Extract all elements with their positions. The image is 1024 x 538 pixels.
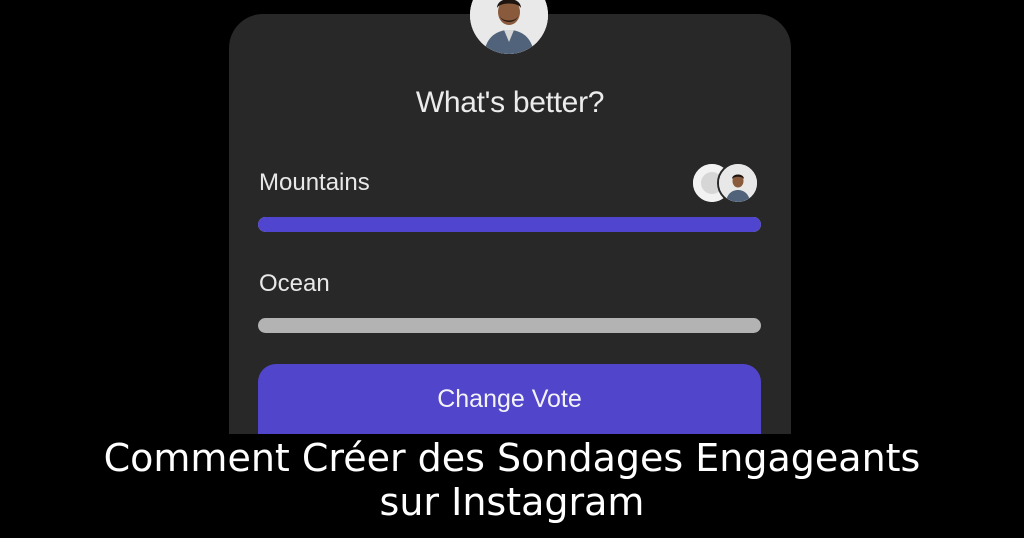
change-vote-button[interactable]: Change Vote <box>258 364 761 434</box>
poll-question: What's better? <box>415 86 605 119</box>
poll-bar-ocean[interactable] <box>258 318 761 333</box>
poll-bar-fill-mountains <box>258 217 761 232</box>
poll-card: What's better? Mountains Ocean Change Vo… <box>229 14 791 434</box>
voter-avatars[interactable] <box>691 162 759 204</box>
poll-option-label-mountains[interactable]: Mountains <box>259 169 370 197</box>
caption-line-2: sur Instagram <box>379 480 645 524</box>
voter-profile-photo-icon <box>717 162 759 204</box>
caption-line-1: Comment Créer des Sondages Engageants <box>103 436 921 480</box>
poll-bar-mountains[interactable] <box>258 217 761 232</box>
caption-text: Comment Créer des Sondages Engageants su… <box>0 436 1024 524</box>
poll-option-label-ocean[interactable]: Ocean <box>259 270 330 298</box>
